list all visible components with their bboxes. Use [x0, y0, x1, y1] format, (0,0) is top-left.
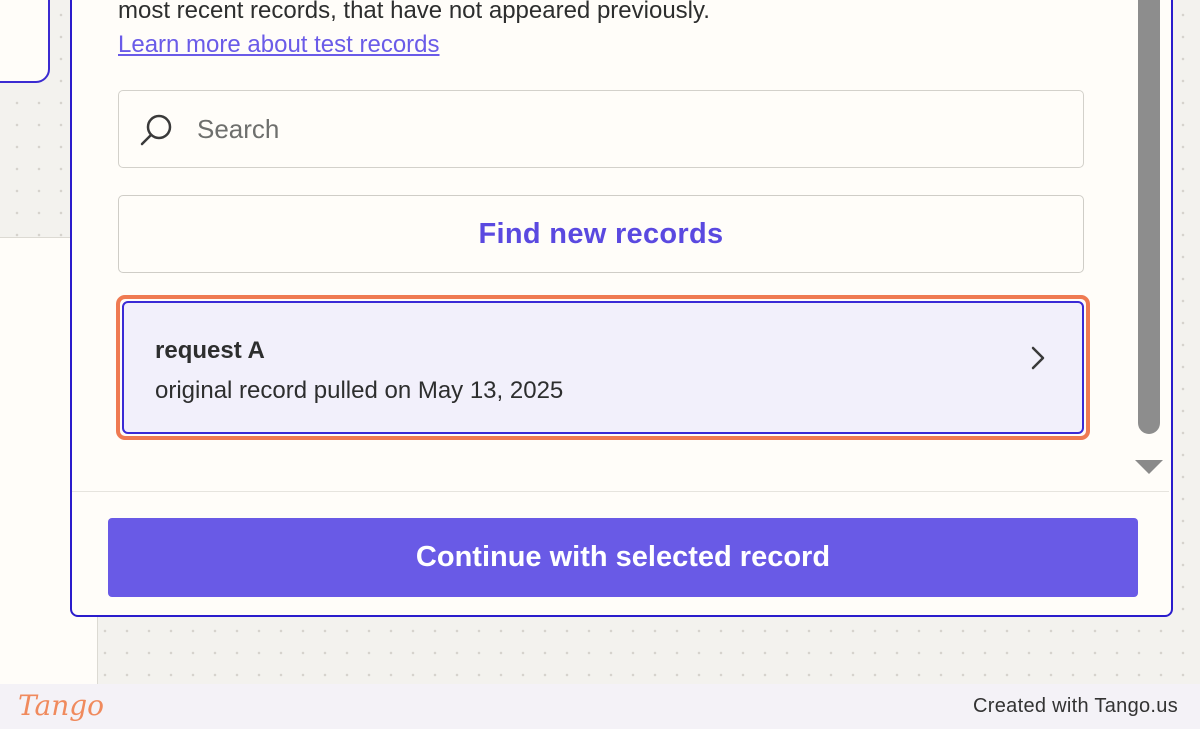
record-card: request A original record pulled on May …	[122, 301, 1084, 434]
search-input[interactable]	[197, 107, 1057, 151]
record-title: request A	[155, 337, 265, 364]
search-box[interactable]	[118, 90, 1084, 168]
records-scroll-area: most recent records, that have not appea…	[72, 0, 1169, 492]
record-item-request-a[interactable]: request A original record pulled on May …	[116, 295, 1090, 440]
chevron-right-icon	[1031, 346, 1045, 370]
scrollbar-thumb[interactable]	[1138, 0, 1160, 434]
search-icon	[140, 114, 172, 146]
scroll-down-arrow[interactable]	[1135, 460, 1163, 474]
background-card	[0, 0, 50, 83]
record-subtitle: original record pulled on May 13, 2025	[155, 377, 564, 404]
intro-text: most recent records, that have not appea…	[118, 0, 710, 24]
record-selection-dialog: most recent records, that have not appea…	[70, 0, 1173, 617]
find-new-records-button[interactable]: Find new records	[118, 195, 1084, 273]
tango-logo: Tango	[18, 689, 105, 722]
footer-bar: Tango Created with Tango.us	[0, 684, 1200, 729]
credit-text: Created with Tango.us	[973, 695, 1178, 717]
continue-with-selected-record-button[interactable]: Continue with selected record	[108, 518, 1138, 597]
learn-more-link[interactable]: Learn more about test records	[118, 31, 440, 59]
